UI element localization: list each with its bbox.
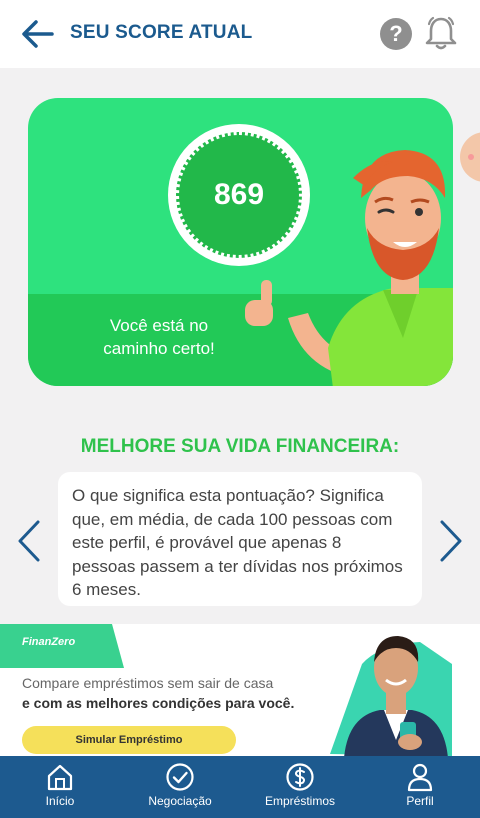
notifications-button[interactable] (424, 15, 458, 51)
person-icon (407, 763, 433, 792)
app-header: SEU SCORE ATUAL ? (0, 0, 480, 68)
nav-item-emprestimos[interactable]: Empréstimos (240, 756, 360, 818)
mascot-illustration (245, 150, 453, 386)
nav-item-negociacao[interactable]: Negociação (120, 756, 240, 818)
ad-headline: Compare empréstimos sem sair de casa (22, 675, 274, 691)
section-title: MELHORE SUA VIDA FINANCEIRA: (80, 436, 400, 457)
simulate-loan-button[interactable]: Simular Empréstimo (22, 726, 236, 754)
nav-item-inicio[interactable]: Início (0, 756, 120, 818)
ad-subheadline: e com as melhores condições para você. (22, 695, 295, 711)
page-title: SEU SCORE ATUAL (70, 22, 253, 43)
help-button[interactable]: ? (380, 18, 412, 50)
next-card-peek[interactable] (460, 132, 480, 182)
dollar-circle-icon (286, 763, 314, 791)
tip-text: O que significa esta pontuação? Signific… (72, 486, 403, 599)
carousel-prev-button[interactable] (14, 518, 44, 564)
nav-label: Perfil (406, 794, 434, 808)
check-circle-icon (166, 763, 194, 791)
home-icon (47, 764, 73, 791)
chevron-right-icon (440, 520, 462, 562)
bottom-navigation: Início Negociação Empréstimos Perfil (0, 756, 480, 818)
arrow-left-icon (22, 20, 54, 48)
ad-banner[interactable]: FinanZero Compare empréstimos sem sair d… (0, 624, 480, 756)
question-circle-icon: ? (389, 21, 403, 46)
tip-card: O que significa esta pontuação? Signific… (58, 472, 422, 606)
nav-label: Início (45, 794, 75, 808)
chevron-left-icon (18, 520, 40, 562)
carousel-next-button[interactable] (436, 518, 466, 564)
ad-person-photo (344, 636, 448, 756)
nav-label: Empréstimos (264, 794, 335, 808)
score-message: Você está no caminho certo! (103, 316, 215, 358)
back-button[interactable] (18, 16, 58, 52)
score-card: 869 Você está no caminho certo! (28, 98, 453, 386)
bell-icon (425, 16, 457, 50)
nav-item-perfil[interactable]: Perfil (360, 756, 480, 818)
nav-label: Negociação (148, 794, 212, 808)
ad-logo: FinanZero (22, 636, 76, 648)
